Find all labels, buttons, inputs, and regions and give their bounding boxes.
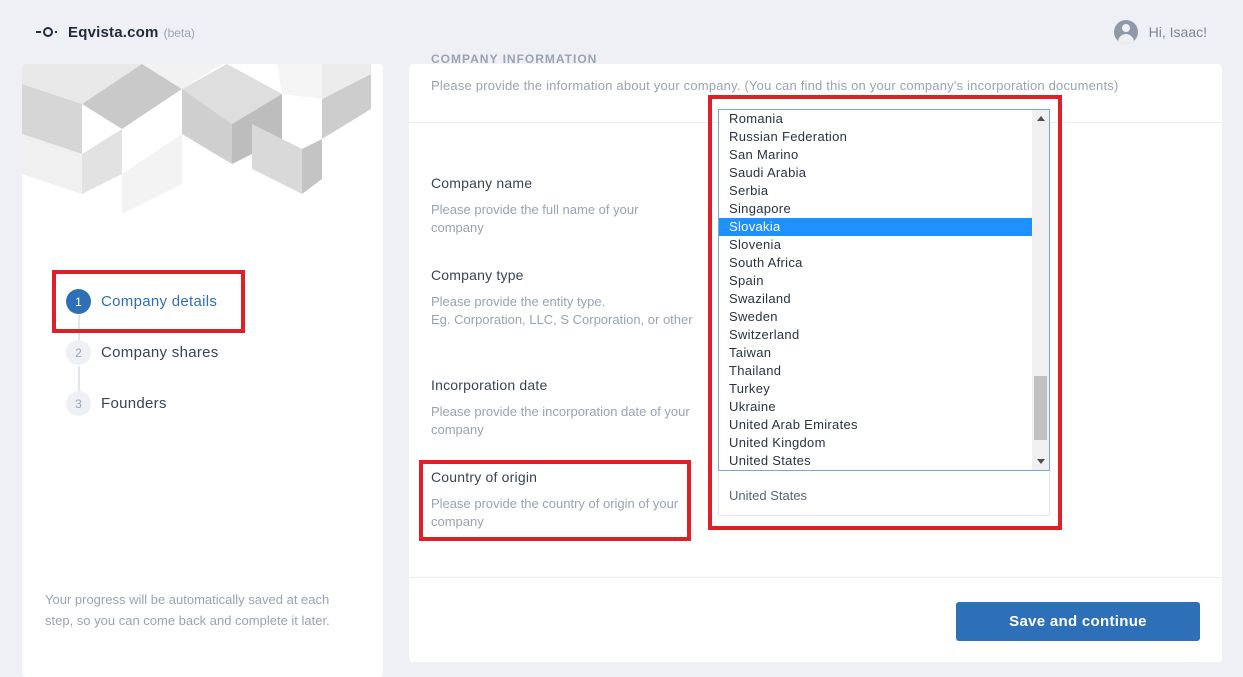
step-connector bbox=[78, 366, 80, 392]
field-label-company-type: Company type bbox=[431, 267, 524, 283]
user-avatar-icon[interactable] bbox=[1113, 20, 1138, 44]
field-label-incorporation-date: Incorporation date bbox=[431, 377, 548, 393]
save-and-continue-button[interactable]: Save and continue bbox=[956, 602, 1200, 641]
step-company-shares[interactable]: 2 Company shares bbox=[66, 340, 219, 365]
user-menu[interactable]: Hi, Isaac! bbox=[1113, 20, 1207, 44]
steps-panel: 1 Company details 2 Company shares 3 Fou… bbox=[22, 64, 383, 677]
step-label: Company shares bbox=[101, 344, 219, 361]
field-help-company-name: Please provide the full name of your com… bbox=[431, 202, 639, 235]
user-greeting[interactable]: Hi, Isaac! bbox=[1149, 24, 1207, 40]
step-number: 2 bbox=[66, 340, 91, 365]
step-label: Founders bbox=[101, 395, 167, 412]
logo-text: Eqvista.com bbox=[68, 23, 159, 41]
progress-note: Your progress will be automatically save… bbox=[45, 592, 330, 628]
field-label-company-name: Company name bbox=[431, 175, 533, 191]
section-title: COMPANY INFORMATION bbox=[431, 52, 598, 66]
help-line: Eg. Corporation, LLC, S Corporation, or … bbox=[431, 312, 693, 327]
step-number: 3 bbox=[66, 391, 91, 416]
annotation-box-steps bbox=[52, 270, 245, 333]
top-bar: Eqvista.com (beta) Hi, Isaac! bbox=[0, 0, 1243, 64]
divider bbox=[409, 577, 1222, 578]
hero-graphic bbox=[22, 64, 383, 239]
step-founders[interactable]: 3 Founders bbox=[66, 391, 167, 416]
field-help-company-type: Please provide the entity type. Eg. Corp… bbox=[431, 293, 693, 329]
annotation-box-country-label bbox=[419, 460, 691, 541]
beta-badge: (beta) bbox=[163, 26, 195, 40]
logo[interactable]: Eqvista.com (beta) bbox=[36, 22, 195, 42]
section-description: Please provide the information about you… bbox=[431, 78, 1119, 93]
logo-icon bbox=[36, 22, 60, 42]
help-line: Please provide the entity type. bbox=[431, 294, 606, 309]
annotation-box-country-dropdown bbox=[708, 95, 1062, 530]
field-help-incorporation-date: Please provide the incorporation date of… bbox=[431, 404, 690, 437]
